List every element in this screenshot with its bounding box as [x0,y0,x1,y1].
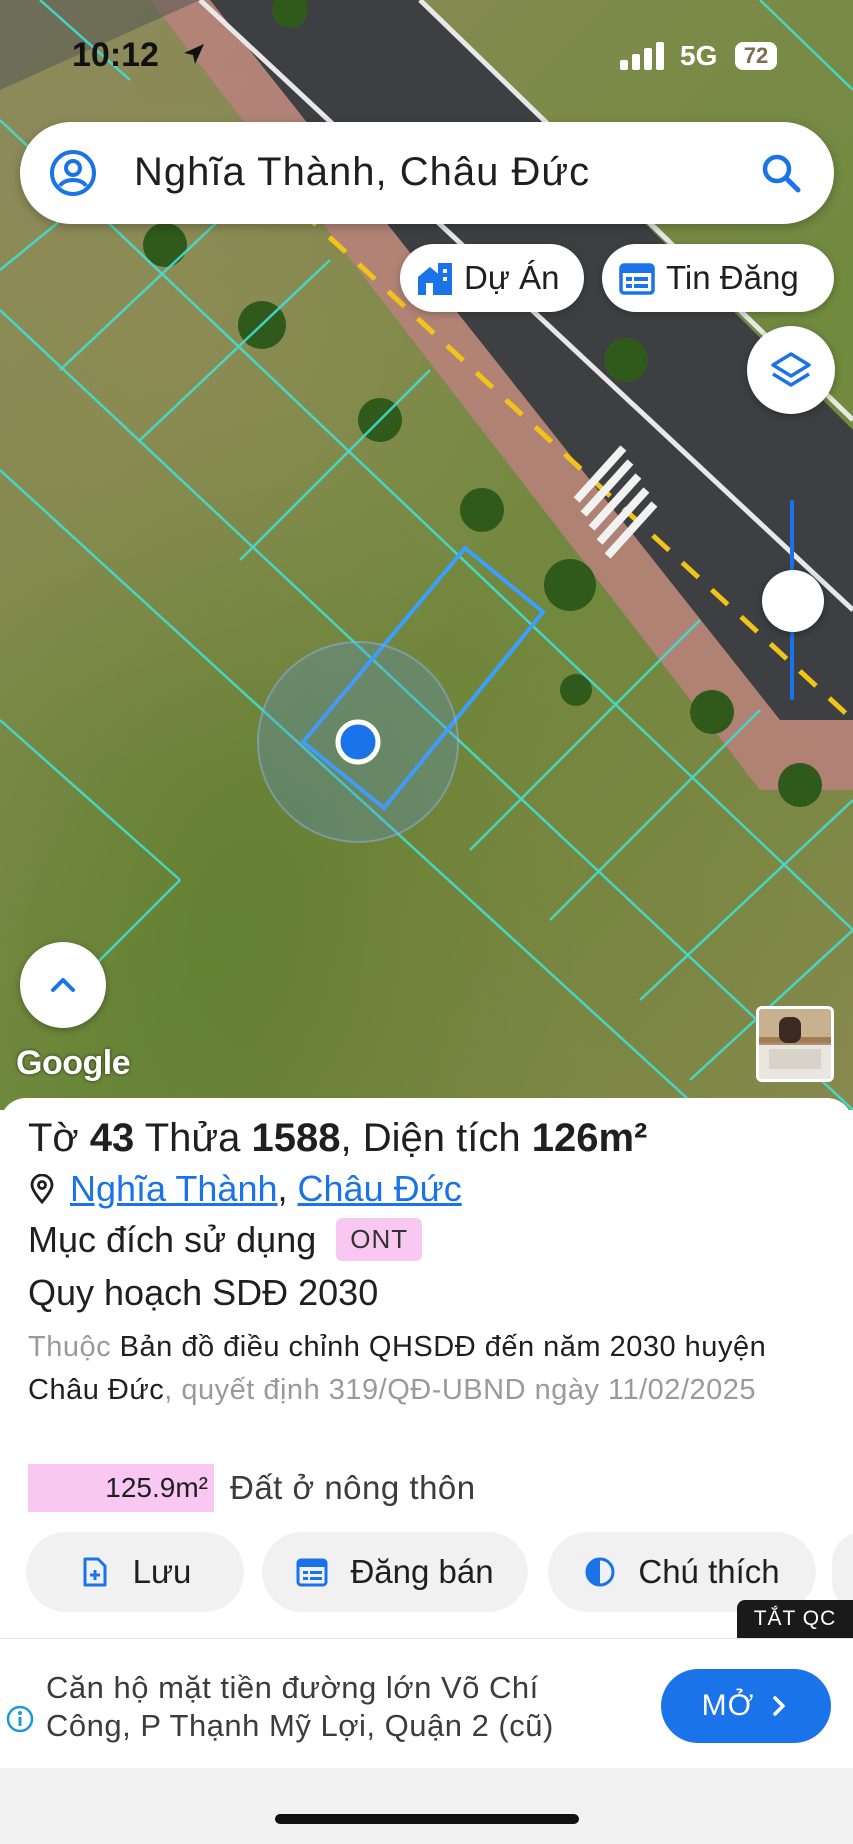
sheet-label: Tờ [28,1116,79,1160]
land-area-badge: 125.9m² [28,1464,214,1512]
layers-button[interactable] [747,326,835,414]
battery-level: 72 [735,42,777,70]
location-separator: , [277,1168,288,1209]
layers-icon [771,352,811,387]
land-use-label: Mục đích sử dụng [28,1218,317,1260]
parcel-info-panel: Tờ 43 Thửa 1588, Diện tích 126m² Nghĩa T… [0,1098,853,1638]
ad-text: Căn hộ mặt tiền đường lớn Võ Chí Công, P… [46,1670,554,1743]
opacity-slider-thumb[interactable] [762,570,824,632]
listings-chip-label: Tin Đăng [666,259,799,296]
expand-panel-button[interactable] [20,942,106,1028]
plan-desc-prefix: Thuộc [28,1331,112,1363]
bottom-safe-area [0,1768,853,1844]
area-label: , Diện tích [340,1116,521,1160]
land-area-row: 125.9m² Đất ở nông thôn [28,1464,476,1512]
parcel-title: Tờ 43 Thửa 1588, Diện tích 126m² [28,1116,647,1161]
ward-link[interactable]: Nghĩa Thành [70,1168,278,1210]
plan-desc-suffix: , quyết định 319/QĐ-UBND ngày 11/02/2025 [164,1374,757,1406]
network-type: 5G [680,40,718,71]
sheet-number: 43 [89,1116,135,1160]
district-link[interactable]: Châu Đức [298,1168,462,1210]
area-value: 126m² [531,1116,648,1160]
search-input[interactable]: Nghĩa Thành, Châu Đức [134,150,590,195]
save-button[interactable]: Lưu [26,1532,244,1612]
satellite-map[interactable]: 10:12 5G 72 Nghĩa Thành, Châu Đức Dự Án … [0,0,853,1110]
signal-icon [620,42,664,70]
legend-button-label: Chú thích [638,1553,780,1590]
info-icon[interactable] [6,1705,34,1733]
post-for-sale-label: Đăng bán [350,1553,494,1590]
add-file-icon [83,1557,107,1587]
parcel-label: Thửa [144,1116,241,1160]
projects-chip[interactable]: Dự Án [400,244,584,312]
ad-open-label: MỞ [701,1689,755,1722]
post-for-sale-button[interactable]: Đăng bán [262,1532,528,1612]
save-button-label: Lưu [132,1553,192,1590]
plan-description: Thuộc Bản đồ điều chỉnh QHSDĐ đến năm 20… [28,1326,828,1412]
listings-chip[interactable]: Tin Đăng [602,244,834,312]
chevron-right-icon [773,1696,786,1716]
google-logo: Google [16,1044,131,1082]
search-bar[interactable]: Nghĩa Thành, Châu Đức [20,122,834,224]
home-indicator[interactable] [275,1814,579,1824]
location-arrow-icon [184,44,204,64]
plan-title: Quy hoạch SDĐ 2030 [28,1272,379,1313]
action-bar: Lưu Đăng bán Chú thích [26,1532,853,1614]
parcel-number: 1588 [251,1116,341,1160]
calendar-list-icon [619,263,655,295]
location-row: Nghĩa Thành, Châu Đức [28,1168,462,1210]
land-use-badge: ONT [336,1218,423,1261]
map-pin-icon [30,1174,54,1204]
status-bar: 10:12 5G 72 [0,0,853,110]
photo-image [759,1009,831,1079]
user-account-icon[interactable] [48,148,98,198]
contrast-icon [585,1557,615,1587]
street-photo-thumbnail[interactable] [756,1006,834,1082]
status-time: 10:12 [72,36,159,74]
land-type-label: Đất ở nông thôn [230,1469,476,1506]
close-ad-button[interactable]: TẮT QC [737,1600,853,1638]
chevron-up-icon [51,978,75,992]
calendar-list-icon [296,1558,328,1587]
building-icon [418,263,452,295]
land-use-row: Mục đích sử dụng ONT [28,1218,423,1261]
projects-chip-label: Dự Án [464,259,560,296]
ad-open-button[interactable]: MỞ [661,1669,831,1743]
ad-banner[interactable]: Căn hộ mặt tiền đường lớn Võ Chí Công, P… [0,1638,853,1768]
search-icon[interactable] [758,150,804,196]
